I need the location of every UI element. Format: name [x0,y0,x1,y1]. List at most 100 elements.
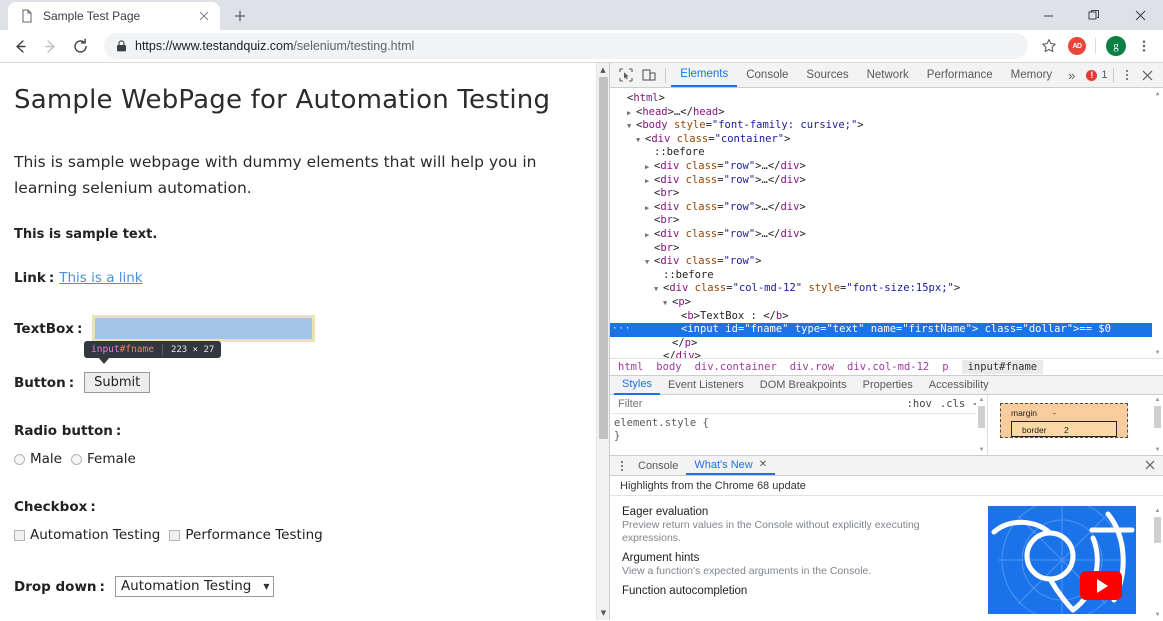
scroll-up-icon[interactable]: ▲ [976,395,987,405]
scroll-up-icon[interactable]: ▲ [1152,506,1163,516]
box-model-scrollbar-thumb[interactable] [1154,406,1161,428]
scroll-up-icon[interactable]: ▲ [597,63,609,77]
dom-node[interactable]: </div> [610,350,1163,358]
tab-sources[interactable]: Sources [797,63,857,87]
submit-button[interactable]: Submit [84,372,150,393]
scroll-down-icon[interactable]: ▼ [1152,347,1163,358]
styles-scrollbar[interactable]: ▲ ▼ [976,395,987,455]
breadcrumb-div-container[interactable]: div.container [695,361,777,373]
box-model-scrollbar[interactable]: ▲ ▼ [1152,395,1163,455]
dom-node[interactable]: ▼<body style="font-family: cursive;"> [610,119,1163,133]
dom-node[interactable]: <br> [610,214,1163,228]
tab-accessibility[interactable]: Accessibility [921,376,997,395]
styles-filter-input[interactable] [610,395,907,413]
breadcrumb-div-row[interactable]: div.row [790,361,834,373]
breadcrumb[interactable]: html body div.container div.row div.col-… [610,358,1163,375]
list-item[interactable]: Eager evaluation Preview return values i… [622,506,988,545]
testing-dropdown[interactable]: Automation Testing ▼ [115,576,275,597]
page-scrollbar-thumb[interactable] [599,77,608,439]
whats-new-scrollbar-thumb[interactable] [1154,517,1161,543]
styles-scrollbar-thumb[interactable] [978,406,985,428]
whats-new-scrollbar[interactable]: ▲ ▼ [1152,506,1163,620]
reload-icon[interactable] [66,32,94,60]
dom-node[interactable]: ▼<p> [610,296,1163,310]
scroll-down-icon[interactable]: ▼ [1152,445,1163,455]
dom-node[interactable]: ::before [610,269,1163,283]
dom-node[interactable]: ▼<div class="container"> [610,133,1163,147]
breadcrumb-input-fname[interactable]: input#fname [962,360,1044,374]
dom-node[interactable]: ▶<head>…</head> [610,106,1163,120]
dom-node[interactable]: ▼<div class="row"> [610,255,1163,269]
tab-performance[interactable]: Performance [918,63,1002,87]
checkbox-automation-testing[interactable] [14,530,25,541]
breadcrumb-div-col[interactable]: div.col-md-12 [847,361,929,373]
avatar[interactable]: g [1103,33,1129,59]
tab-close-icon[interactable] [196,8,212,24]
dom-node[interactable]: ▶<div class="row">…</div> [610,201,1163,215]
new-tab-button[interactable] [226,2,254,30]
scroll-down-icon[interactable]: ▼ [1152,610,1163,620]
drawer-menu-icon[interactable] [614,461,630,471]
radio-female[interactable] [71,454,82,465]
more-tabs-icon[interactable]: » [1061,68,1082,83]
dom-node[interactable]: ▶<div class="row">…</div> [610,160,1163,174]
play-icon[interactable] [1080,571,1122,600]
browser-tab[interactable]: Sample Test Page [8,2,220,30]
tab-network[interactable]: Network [858,63,918,87]
dom-node[interactable]: ▶<div class="row">…</div> [610,174,1163,188]
tab-memory[interactable]: Memory [1002,63,1062,87]
box-model-border[interactable]: border 2 [1011,421,1117,437]
breadcrumb-p[interactable]: p [942,361,948,373]
device-toolbar-icon[interactable] [637,64,660,86]
breadcrumb-body[interactable]: body [656,361,681,373]
list-item[interactable]: Function autocompletion [622,585,988,597]
element-style-rule[interactable]: element.style { } [610,414,987,443]
dom-node[interactable]: ::before [610,146,1163,160]
dom-node[interactable]: ▼<div class="col-md-12" style="font-size… [610,282,1163,296]
dom-node[interactable]: <b>TextBox : </b> [610,310,1163,324]
sample-link[interactable]: This is a link [59,270,142,286]
box-model-margin[interactable]: margin - border 2 [1000,403,1128,438]
tab-dom-breakpoints[interactable]: DOM Breakpoints [752,376,855,395]
restore-icon[interactable] [1071,0,1117,30]
dom-tree[interactable]: <html>▶<head>…</head>▼<body style="font-… [610,88,1163,358]
star-icon[interactable] [1036,33,1062,59]
close-icon[interactable]: ✕ [759,459,767,470]
tab-styles[interactable]: Styles [614,376,660,395]
tab-elements[interactable]: Elements [671,63,737,87]
radio-male[interactable] [14,454,25,465]
dom-node[interactable]: </p> [610,337,1163,351]
cls-button[interactable]: .cls [940,398,965,410]
tab-event-listeners[interactable]: Event Listeners [660,376,752,395]
kebab-menu-icon[interactable] [1131,33,1157,59]
error-count-badge[interactable]: ! 1 [1086,69,1107,81]
minimize-icon[interactable] [1025,0,1071,30]
tab-properties[interactable]: Properties [855,376,921,395]
firstname-input[interactable] [92,315,315,342]
tab-console[interactable]: Console [737,63,797,87]
dom-node[interactable]: <br> [610,242,1163,256]
whats-new-thumbnail[interactable] [988,506,1136,614]
dom-node[interactable]: ▶<div class="row">…</div> [610,228,1163,242]
arrow-left-icon[interactable] [6,32,34,60]
box-model-diagram[interactable]: margin - border 2 [988,395,1128,455]
breadcrumb-html[interactable]: html [618,361,643,373]
checkbox-performance-testing[interactable] [169,530,180,541]
list-item[interactable]: Argument hints View a function's expecte… [622,552,988,578]
dom-node-selected[interactable]: ···<input id="fname" type="text" name="f… [610,323,1163,337]
drawer-tab-whats-new[interactable]: What's New ✕ [686,456,775,475]
devtools-close-icon[interactable] [1136,64,1159,86]
scroll-down-icon[interactable]: ▼ [976,445,987,455]
drawer-tab-console[interactable]: Console [630,456,686,475]
arrow-right-icon[interactable] [36,32,64,60]
dom-node[interactable]: <br> [610,187,1163,201]
inspect-element-icon[interactable] [614,64,637,86]
hov-button[interactable]: :hov [907,398,932,410]
address-bar[interactable]: https://www.testandquiz.com/selenium/tes… [104,33,1028,59]
devtools-settings-icon[interactable] [1119,70,1136,80]
extension-badge-icon[interactable]: AD [1064,33,1090,59]
drawer-close-icon[interactable] [1145,459,1155,473]
close-icon[interactable] [1117,0,1163,30]
scroll-up-icon[interactable]: ▲ [1152,395,1163,405]
scroll-up-icon[interactable]: ▲ [1152,88,1163,99]
